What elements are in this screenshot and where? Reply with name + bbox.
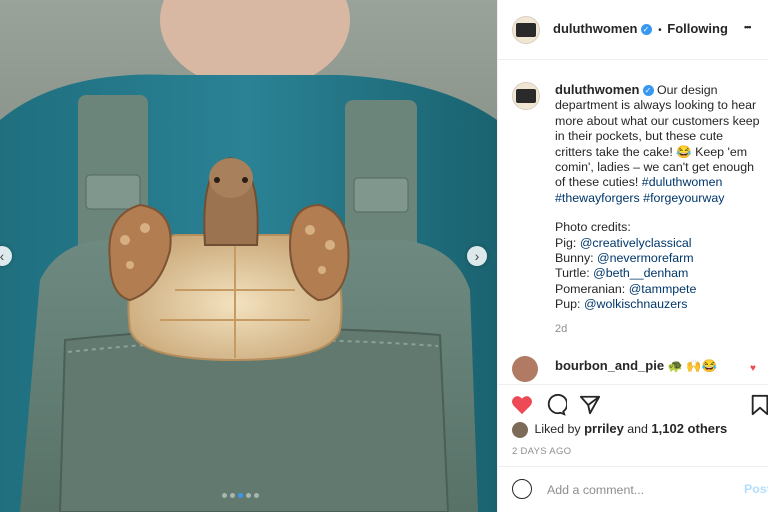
comment-form: Post	[498, 466, 768, 512]
avatar[interactable]	[512, 82, 540, 110]
header-user: duluthwomen ✓ • Following	[553, 21, 728, 36]
mention-link[interactable]: @creativelyclassical	[580, 236, 692, 250]
comment-like-icon[interactable]: ♥	[750, 363, 756, 374]
credit-line: Pup: @wolkischnauzers	[555, 297, 688, 312]
comment-input[interactable]	[545, 479, 734, 501]
post-date[interactable]: 2 DAYS AGO	[512, 446, 571, 457]
credits-title: Photo credits:	[555, 220, 631, 235]
verified-badge-icon: ✓	[640, 24, 652, 36]
carousel-indicator	[222, 493, 259, 498]
hashtag-link[interactable]: #thewayforgers	[555, 191, 640, 205]
emoji-icon[interactable]	[512, 479, 532, 499]
comment-button[interactable]	[544, 393, 568, 417]
chevron-left-icon: ‹	[0, 248, 5, 264]
caption-username[interactable]: duluthwomen	[555, 82, 640, 97]
verified-badge-icon: ✓	[642, 85, 654, 97]
duluth-logo-icon	[516, 23, 536, 37]
bookmark-icon	[751, 394, 768, 416]
credit-line: Pomeranian: @tammpete	[555, 281, 697, 296]
likes-summary: Liked by prriley and 1,102 others	[512, 421, 727, 438]
comment-username[interactable]: bourbon_and_pie	[555, 358, 664, 373]
comment-content: bourbon_and_pie 🐢 🙌😂	[555, 358, 717, 374]
mention-link[interactable]: @beth__denham	[593, 266, 688, 280]
post-comment-button[interactable]: Post	[744, 482, 768, 496]
heart-icon	[512, 396, 532, 415]
carousel-dot	[238, 493, 243, 498]
avatar[interactable]	[512, 356, 538, 382]
duluth-logo-icon	[516, 89, 536, 103]
carousel-dot	[222, 493, 227, 498]
avatar[interactable]	[512, 16, 540, 44]
hashtag-link[interactable]: #forgeyourway	[643, 191, 724, 205]
more-options-icon[interactable]: •••	[744, 22, 752, 32]
chevron-right-icon: ›	[474, 248, 480, 264]
mention-link[interactable]: @nevermorefarm	[597, 251, 694, 265]
paper-plane-icon	[579, 395, 601, 415]
caption-text: Our design department is always looking …	[555, 83, 760, 190]
carousel-dot	[246, 493, 251, 498]
avatar[interactable]	[512, 421, 528, 438]
action-bar	[498, 384, 768, 423]
comment-bubble-icon	[547, 394, 567, 416]
post-caption: duluthwomen ✓ Our design department is al…	[555, 82, 763, 313]
liker-username[interactable]: prriley	[584, 421, 624, 436]
following-button[interactable]: Following	[667, 21, 728, 36]
like-button[interactable]	[510, 393, 534, 417]
post-side-panel: duluthwomen ✓ • Following ••• duluthwomen…	[497, 0, 768, 512]
carousel-dot	[230, 493, 235, 498]
tortoise-in-overalls-image	[0, 0, 497, 512]
comment-item: bourbon_and_pie 🐢 🙌😂 ♥	[498, 348, 768, 382]
share-button[interactable]	[578, 393, 602, 417]
post-photo[interactable]: ‹ ›	[0, 0, 497, 512]
hashtag-link[interactable]: #duluthwomen	[642, 175, 723, 189]
carousel-next-button[interactable]: ›	[467, 246, 487, 266]
carousel-dot	[254, 493, 259, 498]
credit-line: Turtle: @beth__denham	[555, 266, 689, 281]
post-header: duluthwomen ✓ • Following •••	[498, 0, 768, 60]
separator-dot: •	[658, 25, 662, 36]
credit-line: Pig: @creativelyclassical	[555, 235, 692, 250]
mention-link[interactable]: @wolkischnauzers	[584, 297, 687, 311]
comment-text: 🐢 🙌😂	[667, 359, 718, 373]
username-link[interactable]: duluthwomen	[553, 21, 638, 36]
caption-age[interactable]: 2d	[555, 323, 567, 335]
credit-line: Bunny: @nevermorefarm	[555, 251, 694, 266]
likes-count[interactable]: 1,102 others	[651, 421, 727, 436]
save-button[interactable]	[748, 393, 768, 417]
mention-link[interactable]: @tammpete	[629, 282, 697, 296]
